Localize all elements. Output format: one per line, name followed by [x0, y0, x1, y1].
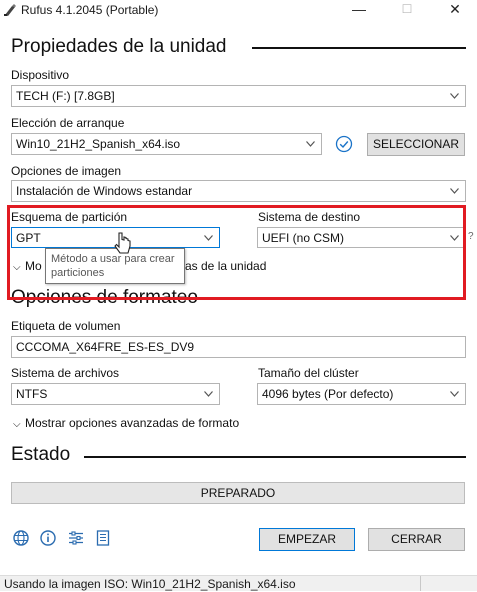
check-icon[interactable] [335, 135, 353, 153]
drive-advanced-toggle-end: as de la unidad [185, 259, 267, 273]
partition-scheme-value: GPT [16, 230, 41, 245]
cluster-size-label: Tamaño del clúster [258, 366, 359, 380]
image-options-label: Opciones de imagen [11, 164, 122, 178]
target-system-value: UEFI (no CSM) [262, 230, 345, 245]
minimize-button[interactable]: — [339, 0, 379, 20]
image-options-value: Instalación de Windows estandar [16, 184, 193, 198]
drive-advanced-toggle[interactable]: ⌵ Mo [13, 259, 42, 273]
status-bar-separator [420, 576, 421, 591]
drive-properties-header: Propiedades de la unidad [11, 36, 227, 57]
chevron-down-icon [450, 391, 459, 397]
start-button[interactable]: EMPEZAR [259, 528, 355, 551]
progress-bar: PREPARADO [11, 482, 465, 504]
settings-sliders-icon[interactable] [67, 529, 85, 547]
chevron-down-icon: ⌵ [13, 419, 21, 430]
chevron-down-icon [306, 141, 315, 147]
chevron-down-icon [450, 234, 459, 241]
file-system-dropdown[interactable]: NTFS [11, 383, 220, 405]
drive-advanced-toggle-start: Mo [25, 259, 42, 273]
rufus-app-icon [4, 4, 16, 16]
close-button[interactable]: CERRAR [368, 528, 465, 551]
chevron-down-icon [204, 234, 213, 241]
status-header: Estado [11, 444, 71, 465]
target-system-label: Sistema de destino [258, 210, 361, 224]
section-divider [252, 47, 466, 49]
chevron-down-icon [450, 188, 459, 194]
volume-label-value: CCCOMA_X64FRE_ES-ES_DV9 [16, 340, 195, 354]
volume-label-input[interactable]: CCCOMA_X64FRE_ES-ES_DV9 [11, 336, 466, 358]
maximize-button: ☐ [401, 2, 413, 16]
close-window-button[interactable]: ✕ [435, 0, 475, 20]
boot-selection-value: Win10_21H2_Spanish_x64.iso [16, 137, 181, 151]
device-value: TECH (F:) [7.8GB] [16, 89, 115, 103]
boot-selection-dropdown[interactable]: Win10_21H2_Spanish_x64.iso [11, 133, 322, 155]
target-system-dropdown[interactable]: UEFI (no CSM) [257, 227, 466, 248]
format-options-header: Opciones de formateo [11, 287, 198, 308]
image-options-dropdown[interactable]: Instalación de Windows estandar [11, 180, 466, 202]
select-image-button[interactable]: SELECCIONAR [367, 133, 465, 156]
format-advanced-toggle[interactable]: ⌵ Mostrar opciones avanzadas de formato [13, 416, 239, 430]
file-system-label: Sistema de archivos [11, 366, 120, 380]
format-advanced-toggle-label: Mostrar opciones avanzadas de formato [25, 416, 240, 430]
boot-selection-label: Elección de arranque [11, 116, 125, 130]
partition-scheme-label: Esquema de partición [11, 210, 128, 224]
device-label: Dispositivo [11, 68, 70, 82]
cluster-size-dropdown[interactable]: 4096 bytes (Por defecto) [257, 383, 466, 405]
globe-icon[interactable] [12, 529, 30, 547]
chevron-down-icon [204, 391, 213, 397]
status-bar: Usando la imagen ISO: Win10_21H2_Spanish… [0, 575, 477, 591]
chevron-down-icon: ⌵ [13, 262, 21, 273]
mouse-cursor-icon [114, 232, 131, 254]
cluster-size-value: 4096 bytes (Por defecto) [262, 387, 394, 401]
volume-label-label: Etiqueta de volumen [11, 319, 121, 333]
info-icon[interactable] [39, 529, 57, 547]
device-dropdown[interactable]: TECH (F:) [7.8GB] [11, 85, 466, 107]
log-icon[interactable] [94, 529, 112, 547]
file-system-value: NTFS [16, 387, 48, 401]
window-title: Rufus 4.1.2045 (Portable) [21, 3, 159, 17]
target-system-help-icon[interactable]: ? [468, 231, 474, 242]
chevron-down-icon [450, 93, 459, 99]
section-divider [84, 456, 466, 458]
